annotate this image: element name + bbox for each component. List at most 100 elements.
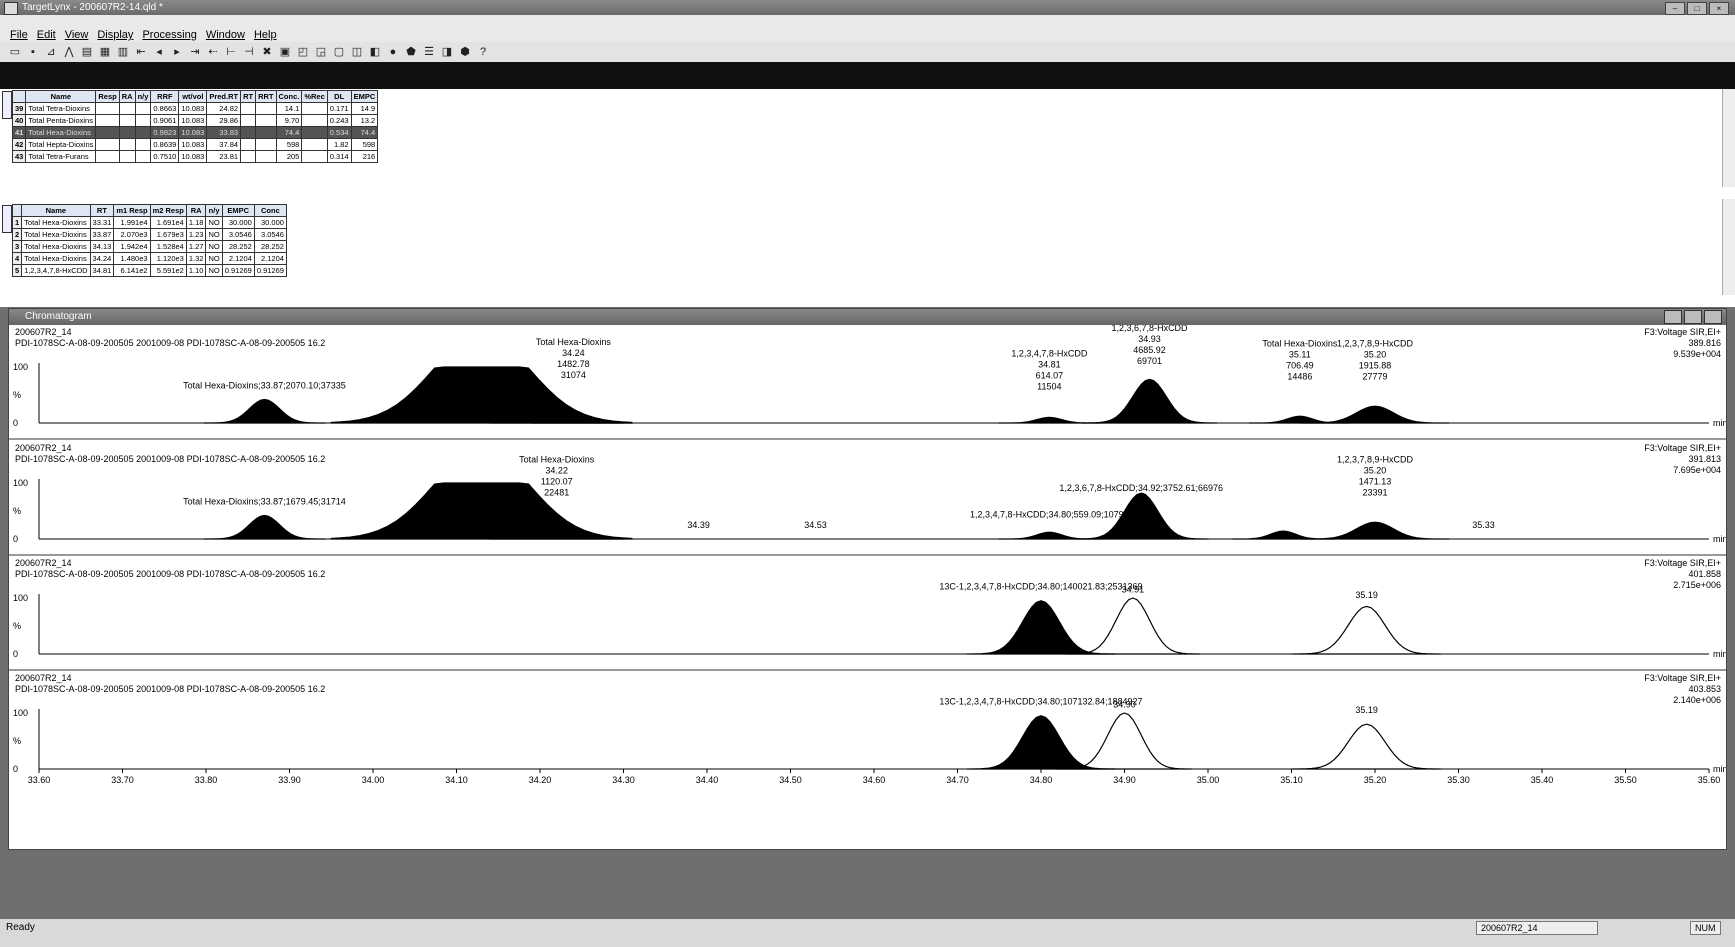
chrom-minimize-icon[interactable] [1664,310,1682,324]
chromatogram-panel: 200607R2_14PDI-1078SC-A-08-09-200505 200… [9,325,1726,440]
peak-label: 34.24 [562,348,585,358]
split-icon[interactable]: ◧ [368,45,382,59]
summary-scrollbar[interactable] [1722,89,1735,187]
summary_table-col-header[interactable]: n/y [134,90,152,103]
open-icon[interactable]: ▭ [8,45,22,59]
layout-grid-icon[interactable]: ▣ [278,45,292,59]
peak-grip[interactable] [2,205,12,233]
first-sample-icon[interactable]: ⇤ [134,45,148,59]
marker-icon[interactable]: ⬟ [404,45,418,59]
chromatogram-icon[interactable]: ◰ [296,45,310,59]
summary_table-col-header[interactable]: Pred.RT [206,90,242,103]
prev-sample-icon[interactable]: ◂ [152,45,166,59]
menu-edit[interactable]: Edit [37,28,56,42]
x-tick-label: 35.00 [1197,775,1220,785]
y-tick-label: 100 [13,593,28,603]
minimize-icon[interactable]: – [1665,2,1685,15]
panel-mass: 403.853 [1688,684,1721,694]
next-sample-icon[interactable]: ▸ [170,45,184,59]
table-cell: 1.691e4 [149,216,187,229]
peak_table-col-header[interactable] [11,204,23,217]
table-cell: 28.252 [221,240,255,253]
chromatogram-peak [1057,712,1192,770]
summary-grip[interactable] [2,91,12,119]
export-icon[interactable]: ▥ [116,45,130,59]
summary_table-col-header[interactable]: EMPC [350,90,379,103]
x-tick-label: 35.50 [1614,775,1637,785]
delete-icon[interactable]: ✖ [260,45,274,59]
chromatogram-peak [998,531,1101,540]
table-row[interactable]: 42 Total Hepta-Dioxins 0.8639 10.083 37.84 59… [11,138,379,151]
summary_table-col-header[interactable] [11,90,27,103]
table-row[interactable]: 3 Total Hexa-Dioxins 34.13 1.942e4 1.528e4 1.… [11,240,287,253]
summary_table-col-header[interactable]: Name [25,90,97,103]
back-icon[interactable]: ⇠ [206,45,220,59]
x-tick-label: 34.40 [696,775,719,785]
x-tick-label: 34.90 [1113,775,1136,785]
table-cell: Total Hexa-Dioxins [21,252,91,265]
color-icon[interactable]: ⬢ [458,45,472,59]
peak-label: 1,2,3,4,7,8-HxCDD [1011,348,1088,358]
menu-window[interactable]: Window [206,28,245,42]
table-cell: 598 [350,138,379,151]
summary_table-col-header[interactable]: RA [118,90,136,103]
chrom-restore-icon[interactable] [1684,310,1702,324]
table-row[interactable]: 1 Total Hexa-Dioxins 33.31 1.991e4 1.691e4 1.… [11,216,287,229]
status-bar: Ready 200607R2_14 NUM [0,919,1735,947]
menu-processing[interactable]: Processing [142,28,196,42]
peak_table-col-header[interactable]: Conc [253,204,287,217]
table-row[interactable]: 39 Total Tetra-Dioxins 0.8663 10.083 24.82 14… [11,102,379,115]
peak_table-col-header[interactable]: EMPC [221,204,255,217]
menu-view[interactable]: View [65,28,89,42]
chrom-close-icon[interactable] [1704,310,1722,324]
summary_table-col-header[interactable]: Resp [95,90,120,103]
summary_table-col-header[interactable]: RRF [150,90,180,103]
summary_table-col-header[interactable]: %Rec [301,90,328,103]
summary_table-col-header[interactable]: RT [240,90,257,103]
table-cell: 598 [275,138,303,151]
peak_table-col-header[interactable]: Name [21,204,91,217]
table-row[interactable]: 5 1,2,3,4,7,8-HxCDD 34.81 6.141e2 5.591e2 1.1… [11,264,287,277]
peak_table-col-header[interactable]: RA [185,204,207,217]
table-row[interactable]: 40 Total Penta-Dioxins 0.9061 10.083 29.86 9.… [11,114,379,127]
panel-icon[interactable]: ◨ [440,45,454,59]
summary_table-col-header[interactable]: wt/vol [178,90,208,103]
integrate-icon[interactable]: ⊿ [44,45,58,59]
zoom-icon[interactable]: ◫ [350,45,364,59]
forward-icon[interactable]: ⇥ [188,45,202,59]
record-icon[interactable]: ● [386,45,400,59]
panel-sample-name: 200607R2_14 [15,327,72,337]
chromatogram-peak [998,416,1101,424]
spectrum-icon[interactable]: ◲ [314,45,328,59]
close-icon[interactable]: × [1709,2,1729,15]
save-icon[interactable]: ▪ [26,45,40,59]
menu-display[interactable]: Display [97,28,133,42]
peak_table-col-header[interactable]: m1 Resp [113,204,151,217]
report-icon[interactable]: ▦ [98,45,112,59]
peak_table-col-header[interactable]: n/y [205,204,223,217]
window-icon[interactable]: ▢ [332,45,346,59]
table-row[interactable]: 41 Total Hexa-Dioxins 0.9823 10.083 33.83 74.… [11,126,379,139]
table-row[interactable]: 4 Total Hexa-Dioxins 34.24 1.480e3 1.120e3 1.… [11,252,287,265]
summary_table-col-header[interactable]: RRT [255,90,277,103]
table-row[interactable]: 2 Total Hexa-Dioxins 33.87 2.070e3 1.679e3 1.… [11,228,287,241]
print-icon[interactable]: ▤ [80,45,94,59]
peak-scrollbar[interactable] [1722,199,1735,295]
peak_table-col-header[interactable]: RT [89,204,115,217]
help-icon[interactable]: ? [476,45,490,59]
summary_table-col-header[interactable]: Conc. [275,90,303,103]
menu-help[interactable]: Help [254,28,277,42]
table-cell: 1.679e3 [149,228,187,241]
maximize-icon[interactable]: □ [1687,2,1707,15]
range-end-icon[interactable]: ⊣ [242,45,256,59]
range-start-icon[interactable]: ⊢ [224,45,238,59]
table-cell: 33.31 [89,216,115,229]
summary_table-col-header[interactable]: DL [326,90,352,103]
peak_table-col-header[interactable]: m2 Resp [149,204,187,217]
list-icon[interactable]: ☰ [422,45,436,59]
peak-icon[interactable]: ⋀ [62,45,76,59]
menu-file[interactable]: File [10,28,28,42]
table-row[interactable]: 43 Total Tetra-Furans 0.7510 10.083 23.81 205… [11,150,379,163]
table-cell: 5.591e2 [149,264,187,277]
chromatogram-plot[interactable]: 200607R2_14PDI-1078SC-A-08-09-200505 200… [9,325,1726,849]
